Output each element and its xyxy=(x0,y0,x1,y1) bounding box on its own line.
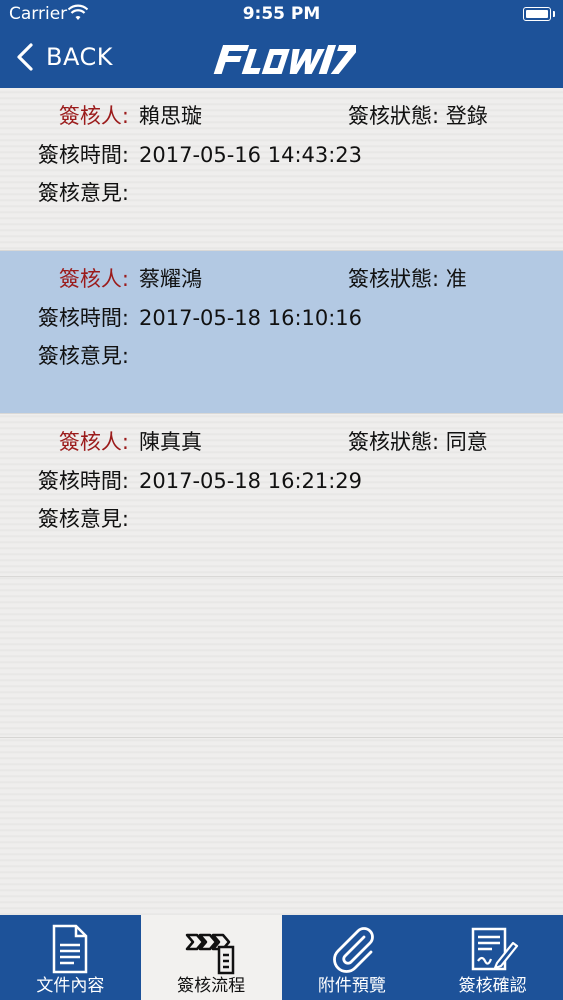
time-value: 2017-05-16 14:43:23 xyxy=(139,143,363,167)
approver-label: 簽核人: xyxy=(58,430,129,454)
approval-record[interactable]: 簽核人: 蔡耀鴻 簽核狀態: 准 簽核時間: 2017-05-18 16:10:16… xyxy=(0,251,563,414)
opinion-label: 簽核意見: xyxy=(37,507,129,531)
status-label: 簽核狀態: xyxy=(348,104,440,128)
time-label: 簽核時間: xyxy=(37,143,129,167)
approver-name: 蔡耀鴻 xyxy=(139,267,202,291)
document-icon xyxy=(53,924,88,974)
clock: 9:55 PM xyxy=(242,4,321,24)
status-label: 簽核狀態: xyxy=(348,430,440,454)
approver-label: 簽核人: xyxy=(58,104,129,128)
approver-label: 簽核人: xyxy=(58,267,129,291)
status-group: 簽核狀態: 准 xyxy=(348,263,467,293)
opinion-row: 簽核意見: xyxy=(0,177,139,207)
approver-row: 簽核人: 賴思璇 xyxy=(0,100,202,130)
battery-icon xyxy=(523,7,555,21)
status-group: 簽核狀態: 登錄 xyxy=(348,100,488,130)
tab-approval-confirm[interactable]: 簽核確認 xyxy=(422,915,563,1000)
tab-label: 附件預覽 xyxy=(317,976,386,996)
status-value: 准 xyxy=(445,267,467,291)
status-bar: Carrier 9:55 PM xyxy=(0,0,563,30)
nav-bar: BACK xyxy=(0,30,563,88)
tab-label: 文件內容 xyxy=(36,976,105,996)
approver-name: 賴思璇 xyxy=(139,104,202,128)
status-group: 簽核狀態: 同意 xyxy=(348,426,488,456)
back-button[interactable]: BACK xyxy=(14,42,113,72)
tab-attachment-preview[interactable]: 附件預覽 xyxy=(282,915,423,1000)
approval-record[interactable]: 簽核人: 陳真真 簽核狀態: 同意 簽核時間: 2017-05-18 16:21:2… xyxy=(0,414,563,577)
chevron-left-icon xyxy=(17,43,33,71)
opinion-label: 簽核意見: xyxy=(37,344,129,368)
approver-row: 簽核人: 陳真真 xyxy=(0,426,202,456)
tab-bar: 文件內容 簽核流程 附件預覽 簽核確認 xyxy=(0,915,563,1000)
workflow-icon xyxy=(185,933,235,975)
time-value: 2017-05-18 16:10:16 xyxy=(139,306,363,330)
status-label: 簽核狀態: xyxy=(348,267,440,291)
approver-row: 簽核人: 蔡耀鴻 xyxy=(0,263,202,293)
approver-name: 陳真真 xyxy=(139,430,202,454)
status-value: 登錄 xyxy=(445,104,488,128)
opinion-row: 簽核意見: xyxy=(0,503,139,533)
time-value: 2017-05-18 16:21:29 xyxy=(139,469,363,493)
tab-approval-flow[interactable]: 簽核流程 xyxy=(140,915,282,1000)
opinion-label: 簽核意見: xyxy=(37,181,129,205)
approval-record[interactable]: 簽核人: 賴思璇 簽核狀態: 登錄 簽核時間: 2017-05-16 14:43:2… xyxy=(0,88,563,251)
paperclip-icon xyxy=(333,927,374,973)
empty-row-divider xyxy=(0,737,563,738)
time-row: 簽核時間: 2017-05-18 16:10:16 xyxy=(0,302,362,332)
time-row: 簽核時間: 2017-05-18 16:21:29 xyxy=(0,465,362,495)
tab-document-content[interactable]: 文件內容 xyxy=(0,915,141,1000)
sign-confirm-icon xyxy=(471,927,518,971)
tab-label: 簽核確認 xyxy=(458,976,527,996)
back-label: BACK xyxy=(46,43,113,71)
time-label: 簽核時間: xyxy=(37,306,129,330)
tab-label: 簽核流程 xyxy=(177,976,246,996)
time-label: 簽核時間: xyxy=(37,469,129,493)
app-logo xyxy=(213,45,356,74)
time-row: 簽核時間: 2017-05-16 14:43:23 xyxy=(0,139,362,169)
opinion-row: 簽核意見: xyxy=(0,340,139,370)
approval-list: 簽核人: 賴思璇 簽核狀態: 登錄 簽核時間: 2017-05-16 14:43:2… xyxy=(0,88,563,915)
status-value: 同意 xyxy=(445,430,488,454)
